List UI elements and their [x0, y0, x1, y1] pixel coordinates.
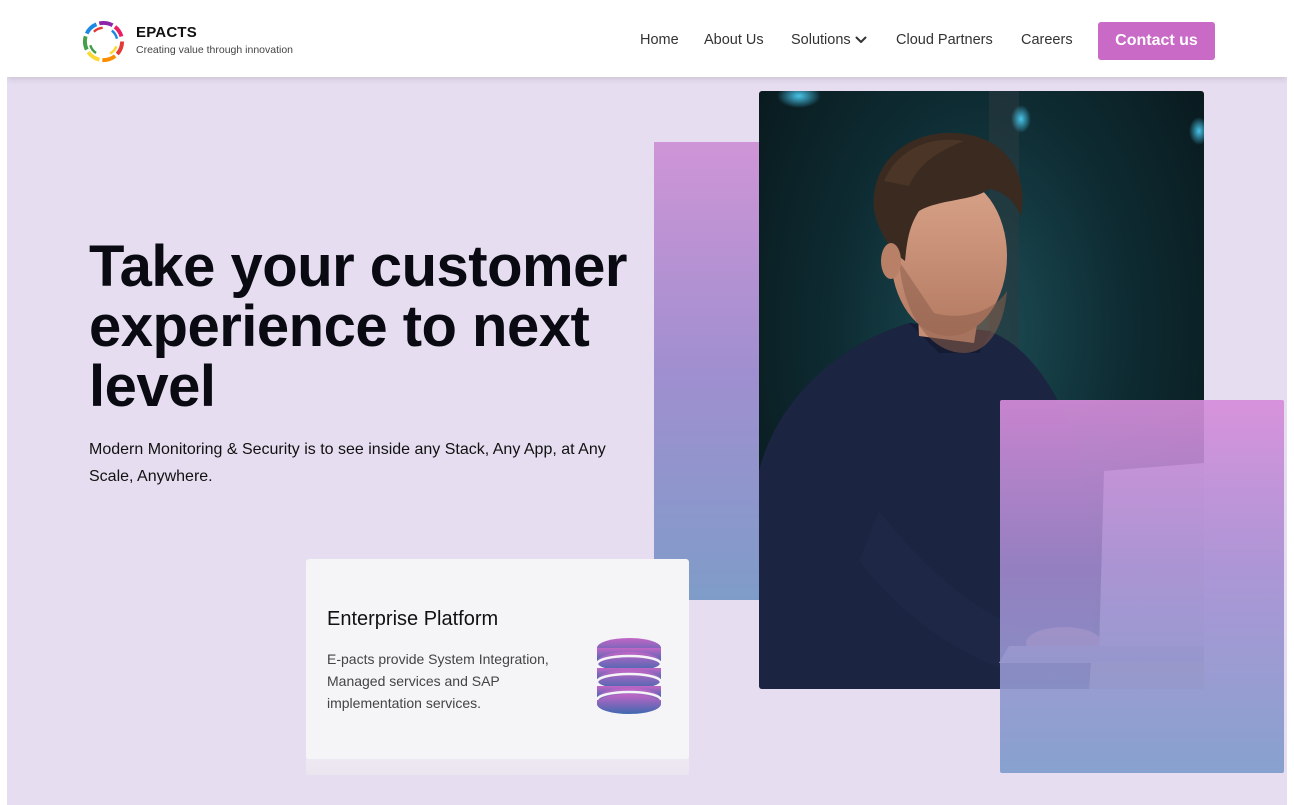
decorative-gradient-block — [654, 142, 759, 600]
main-nav: Home About Us Solutions Cloud Partners C… — [7, 5, 1287, 77]
card-description: E-pacts provide System Integration, Mana… — [327, 651, 549, 711]
page: EPACTS Creating value through innovation… — [7, 5, 1287, 805]
decorative-gradient-overlay — [1000, 400, 1284, 773]
contact-us-button[interactable]: Contact us — [1098, 22, 1215, 60]
nav-item-solutions-label: Solutions — [791, 32, 851, 48]
chevron-down-icon — [855, 36, 867, 44]
nav-item-solutions[interactable]: Solutions — [791, 32, 867, 48]
database-icon — [595, 638, 663, 714]
hero-subheading: Modern Monitoring & Security is to see i… — [89, 441, 606, 485]
enterprise-platform-card[interactable]: Enterprise Platform E-pacts provide Syst… — [306, 559, 689, 759]
nav-item-about-us[interactable]: About Us — [704, 32, 764, 48]
hero-heading: Take your customer experience to next le… — [89, 234, 627, 419]
site-header: EPACTS Creating value through innovation… — [7, 5, 1287, 77]
nav-item-careers[interactable]: Careers — [1021, 32, 1073, 48]
nav-item-cloud-partners[interactable]: Cloud Partners — [896, 32, 993, 48]
card-title: Enterprise Platform — [327, 608, 499, 630]
nav-item-home[interactable]: Home — [640, 32, 679, 48]
